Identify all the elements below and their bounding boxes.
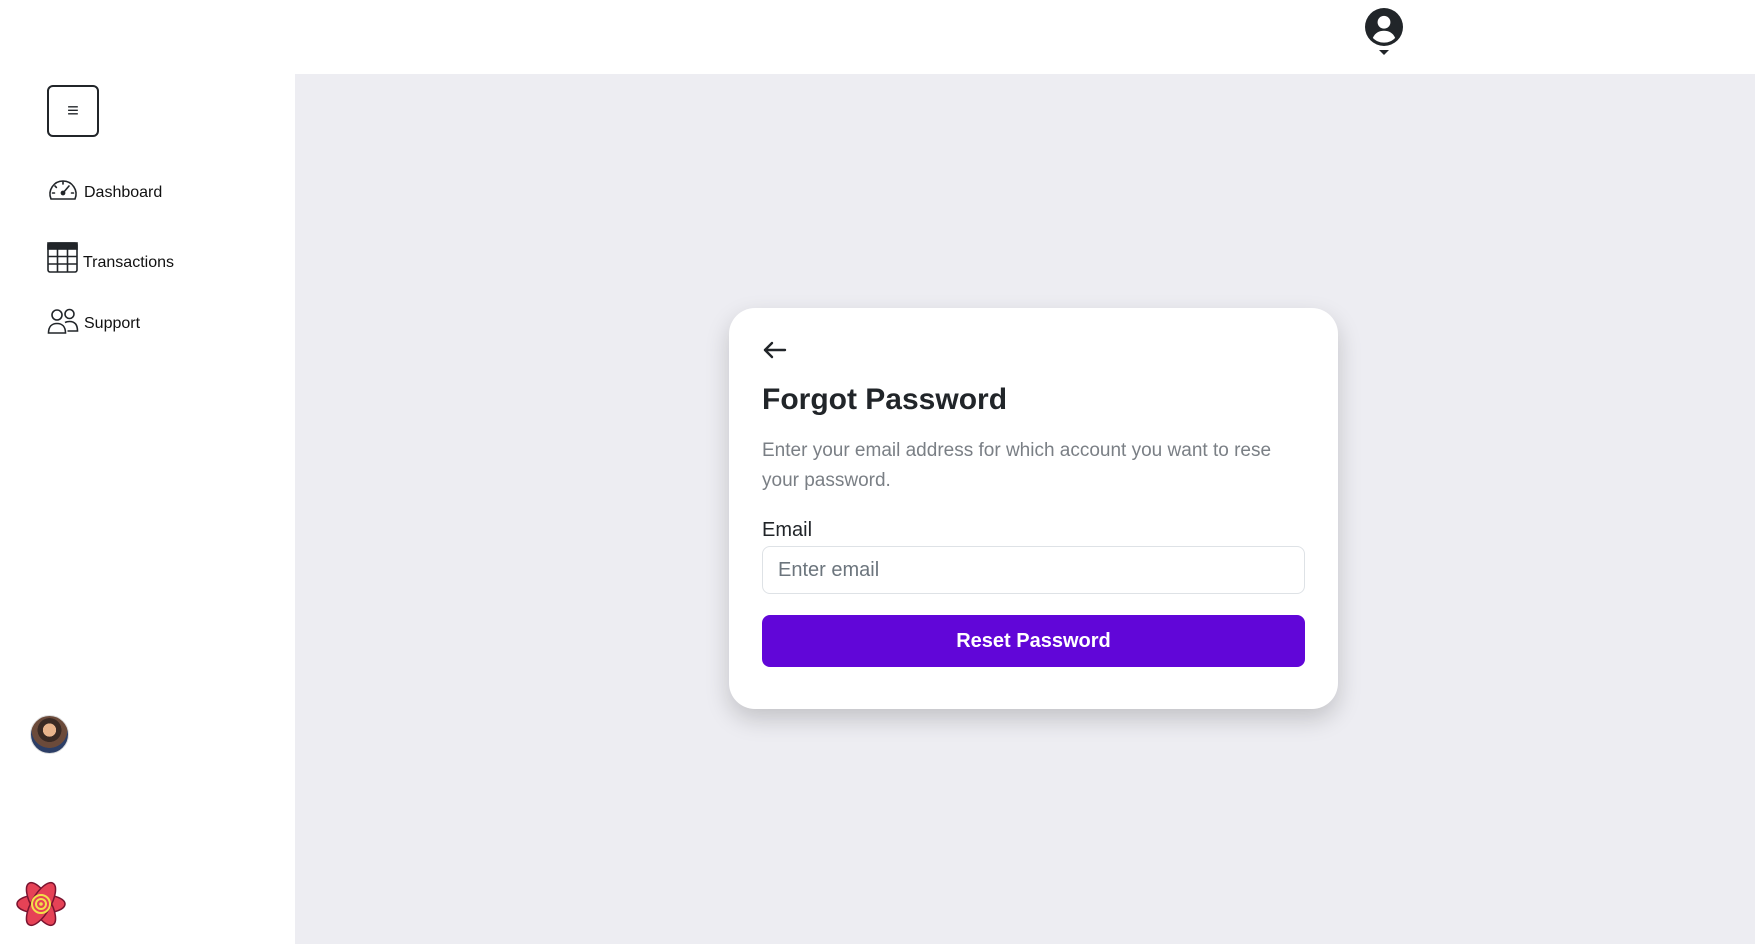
sidebar-item-label: Support	[84, 315, 141, 332]
back-arrow-icon[interactable]	[762, 340, 788, 360]
main-content: Forgot Password Enter your email address…	[295, 74, 1755, 944]
sidebar-item-dashboard[interactable]: Dashboard	[47, 177, 162, 203]
avatar[interactable]	[30, 715, 69, 754]
sidebar-item-support[interactable]: Support	[47, 308, 140, 334]
app-logo-icon	[16, 881, 66, 927]
user-menu-dropdown[interactable]	[1364, 8, 1404, 66]
top-bar	[0, 0, 1755, 74]
table-icon	[47, 242, 78, 273]
people-icon	[47, 308, 79, 334]
hamburger-icon: ≡	[67, 100, 79, 122]
sidebar: ≡ Dashboard Transactions Support	[0, 74, 295, 944]
user-circle-icon	[1365, 8, 1403, 46]
caret-down-icon	[1379, 50, 1389, 55]
sidebar-item-label: Dashboard	[84, 184, 163, 201]
reset-password-button[interactable]: Reset Password	[762, 615, 1305, 667]
speedometer-icon	[49, 180, 77, 200]
email-label: Email	[762, 519, 813, 541]
sidebar-item-transactions[interactable]: Transactions	[47, 242, 174, 273]
description-text: Enter your email address for which accou…	[762, 440, 1272, 491]
sidebar-item-label: Transactions	[83, 254, 174, 271]
forgot-password-card: Forgot Password Enter your email address…	[729, 308, 1338, 709]
email-field[interactable]	[762, 546, 1305, 594]
menu-toggle-button[interactable]: ≡	[47, 85, 99, 137]
page-title: Forgot Password	[762, 383, 1008, 416]
